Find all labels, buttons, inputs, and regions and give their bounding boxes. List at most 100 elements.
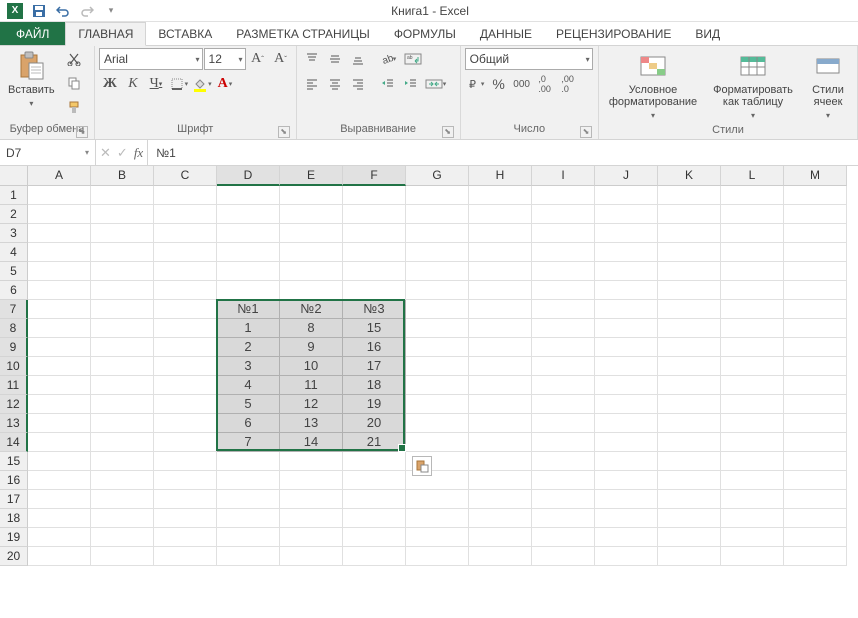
number-launcher-icon[interactable]: ⬊ <box>580 126 592 138</box>
cell[interactable] <box>217 243 280 262</box>
cell[interactable] <box>469 357 532 376</box>
cell[interactable] <box>532 262 595 281</box>
cells-area[interactable]: №1№2№3181529163101741118512196132071421 <box>28 186 858 618</box>
cell[interactable] <box>154 452 217 471</box>
cell[interactable] <box>721 433 784 452</box>
tab-file[interactable]: ФАЙЛ <box>0 22 65 45</box>
column-header[interactable]: E <box>280 166 343 186</box>
cell[interactable] <box>343 452 406 471</box>
cell[interactable]: 18 <box>343 376 406 395</box>
row-header[interactable]: 14 <box>0 433 28 452</box>
cell[interactable] <box>595 205 658 224</box>
cell[interactable] <box>280 452 343 471</box>
cell[interactable] <box>721 281 784 300</box>
cell[interactable] <box>154 471 217 490</box>
cell[interactable]: 12 <box>280 395 343 414</box>
copy-icon[interactable] <box>63 72 85 94</box>
cell[interactable] <box>532 547 595 566</box>
row-header[interactable]: 11 <box>0 376 28 395</box>
cell[interactable] <box>595 547 658 566</box>
cell[interactable] <box>658 490 721 509</box>
cell[interactable] <box>784 509 847 528</box>
cell[interactable] <box>784 186 847 205</box>
cell[interactable] <box>91 357 154 376</box>
column-header[interactable]: H <box>469 166 532 186</box>
cell[interactable] <box>154 300 217 319</box>
accounting-icon[interactable]: ₽▾ <box>465 73 487 95</box>
cell[interactable]: 7 <box>217 433 280 452</box>
cell[interactable] <box>532 452 595 471</box>
cell[interactable] <box>721 319 784 338</box>
row-header[interactable]: 19 <box>0 528 28 547</box>
cell[interactable] <box>658 376 721 395</box>
row-header[interactable]: 7 <box>0 300 28 319</box>
cell[interactable] <box>595 376 658 395</box>
cell[interactable] <box>532 224 595 243</box>
cell[interactable]: 4 <box>217 376 280 395</box>
cell[interactable] <box>469 281 532 300</box>
cell[interactable] <box>154 528 217 547</box>
cell[interactable] <box>532 509 595 528</box>
select-all-corner[interactable] <box>0 166 28 186</box>
cell[interactable]: 6 <box>217 414 280 433</box>
cell[interactable] <box>532 357 595 376</box>
cell[interactable] <box>658 433 721 452</box>
row-header[interactable]: 12 <box>0 395 28 414</box>
cell[interactable] <box>532 243 595 262</box>
cell[interactable]: №2 <box>280 300 343 319</box>
font-launcher-icon[interactable]: ⬊ <box>278 126 290 138</box>
cell[interactable] <box>784 452 847 471</box>
cell[interactable] <box>784 357 847 376</box>
cell[interactable] <box>595 395 658 414</box>
cell[interactable] <box>658 300 721 319</box>
cell[interactable] <box>658 452 721 471</box>
cell[interactable] <box>595 433 658 452</box>
cell[interactable] <box>784 528 847 547</box>
cell[interactable] <box>658 509 721 528</box>
cell[interactable] <box>406 319 469 338</box>
cell[interactable] <box>91 509 154 528</box>
cell[interactable]: 13 <box>280 414 343 433</box>
cell[interactable] <box>469 243 532 262</box>
row-header[interactable]: 18 <box>0 509 28 528</box>
cell[interactable] <box>532 205 595 224</box>
cell[interactable]: 9 <box>280 338 343 357</box>
cell[interactable] <box>784 376 847 395</box>
column-header[interactable]: A <box>28 166 91 186</box>
cell[interactable] <box>784 338 847 357</box>
cell[interactable] <box>406 509 469 528</box>
cell[interactable] <box>280 547 343 566</box>
row-header[interactable]: 13 <box>0 414 28 433</box>
cell[interactable]: 2 <box>217 338 280 357</box>
cell[interactable] <box>91 205 154 224</box>
cell[interactable]: 15 <box>343 319 406 338</box>
cell[interactable] <box>406 338 469 357</box>
cell[interactable] <box>469 509 532 528</box>
cell[interactable] <box>721 376 784 395</box>
font-name-combo[interactable]: Arial▾ <box>99 48 203 70</box>
column-header[interactable]: D <box>217 166 280 186</box>
orientation-icon[interactable]: ab▾ <box>377 48 399 70</box>
cell[interactable] <box>91 376 154 395</box>
row-headers[interactable]: 1234567891011121314151617181920 <box>0 186 28 566</box>
column-headers[interactable]: ABCDEFGHIJKLM <box>28 166 858 186</box>
cell[interactable] <box>217 186 280 205</box>
cell[interactable] <box>154 205 217 224</box>
cell[interactable] <box>784 433 847 452</box>
cell[interactable] <box>721 471 784 490</box>
tab-view[interactable]: ВИД <box>683 22 732 45</box>
cell[interactable] <box>343 224 406 243</box>
cell[interactable] <box>28 452 91 471</box>
cell[interactable] <box>595 243 658 262</box>
row-header[interactable]: 6 <box>0 281 28 300</box>
fill-color-icon[interactable]: ▾ <box>191 73 213 95</box>
decrease-decimal-icon[interactable]: ,00.0 <box>557 73 579 95</box>
cell[interactable] <box>406 281 469 300</box>
cell[interactable] <box>28 357 91 376</box>
cell[interactable] <box>28 300 91 319</box>
align-center-icon[interactable] <box>324 73 346 95</box>
cell[interactable] <box>91 547 154 566</box>
cell[interactable] <box>595 338 658 357</box>
cell[interactable] <box>595 300 658 319</box>
cell[interactable] <box>343 262 406 281</box>
